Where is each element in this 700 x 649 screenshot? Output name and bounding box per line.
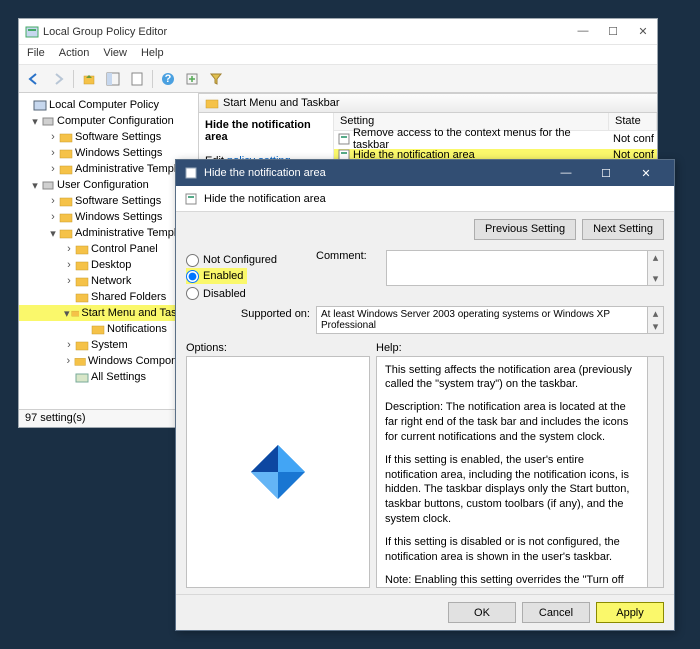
scrollbar[interactable]: ▴▾ [648,250,664,286]
tree-item[interactable]: Notifications [107,323,167,335]
dialog-titlebar[interactable]: Hide the notification area ― ☐ ✕ [176,160,674,186]
tree-item[interactable]: Software Settings [75,195,161,207]
toolbar: ? [19,65,657,93]
dialog-minimize[interactable]: ― [546,160,586,186]
gpedit-title: Local Group Policy Editor [43,26,167,38]
ok-button[interactable]: OK [448,602,516,623]
cancel-button[interactable]: Cancel [522,602,590,623]
dialog-subtitle-bar: Hide the notification area [176,186,674,212]
menu-file[interactable]: File [27,47,45,62]
svg-text:?: ? [165,73,172,85]
details-header: Start Menu and Taskbar [199,93,657,113]
properties-button[interactable] [126,68,148,90]
help-label: Help: [376,342,402,354]
menubar: File Action View Help [19,45,657,65]
forward-button[interactable] [47,68,69,90]
export-button[interactable] [181,68,203,90]
menu-action[interactable]: Action [59,47,90,62]
radio-enabled[interactable]: Enabled [186,268,247,284]
options-label: Options: [186,342,376,354]
filter-button[interactable] [205,68,227,90]
close-button[interactable]: ✕ [635,25,651,38]
gpedit-icon [25,25,39,39]
apply-button[interactable]: Apply [596,602,664,623]
gpedit-titlebar[interactable]: Local Group Policy Editor ― ☐ ✕ [19,19,657,45]
tree-uc[interactable]: User Configuration [57,179,149,191]
back-button[interactable] [23,68,45,90]
policy-row: Remove access to the context menus for t… [334,131,657,147]
tree-item[interactable]: Network [91,275,131,287]
tree-item[interactable]: System [91,339,128,351]
col-state[interactable]: State [609,113,657,130]
tree-cc[interactable]: Computer Configuration [57,115,174,127]
dialog-icon [184,166,198,180]
minimize-button[interactable]: ― [575,25,591,38]
help-button[interactable]: ? [157,68,179,90]
previous-setting-button[interactable]: Previous Setting [474,219,576,240]
tree-item[interactable]: Windows Settings [75,211,162,223]
tree-item[interactable]: Control Panel [91,243,158,255]
tree-item[interactable]: Desktop [91,259,131,271]
tree-root[interactable]: Local Computer Policy [49,99,159,111]
radio-disabled[interactable]: Disabled [186,286,316,302]
comment-textarea[interactable] [386,250,648,286]
policy-dialog: Hide the notification area ― ☐ ✕ Hide th… [175,159,675,631]
policy-icon [184,192,198,206]
tree-item[interactable]: Windows Settings [75,147,162,159]
dialog-title: Hide the notification area [204,167,326,179]
supported-on-label: Supported on: [186,306,316,334]
next-setting-button[interactable]: Next Setting [582,219,664,240]
scrollbar[interactable]: ▴▾ [648,306,664,334]
help-box[interactable]: This setting affects the notification ar… [376,356,648,589]
show-hide-button[interactable] [102,68,124,90]
up-button[interactable] [78,68,100,90]
tree-item[interactable]: Shared Folders [91,291,166,303]
menu-view[interactable]: View [103,47,127,62]
radio-not-configured[interactable]: Not Configured [186,252,316,268]
supported-on-value: At least Windows Server 2003 operating s… [316,306,648,334]
tree-item[interactable]: Software Settings [75,131,161,143]
scrollbar[interactable] [648,356,664,589]
comment-label: Comment: [316,250,386,286]
options-box [186,356,370,589]
dialog-maximize[interactable]: ☐ [586,160,626,186]
policy-tree[interactable]: Local Computer Policy ▾Computer Configur… [19,93,199,409]
tree-item[interactable]: All Settings [91,371,146,383]
dialog-close[interactable]: ✕ [626,160,666,186]
maximize-button[interactable]: ☐ [605,25,621,38]
menu-help[interactable]: Help [141,47,164,62]
watermark-logo-icon [243,437,313,507]
